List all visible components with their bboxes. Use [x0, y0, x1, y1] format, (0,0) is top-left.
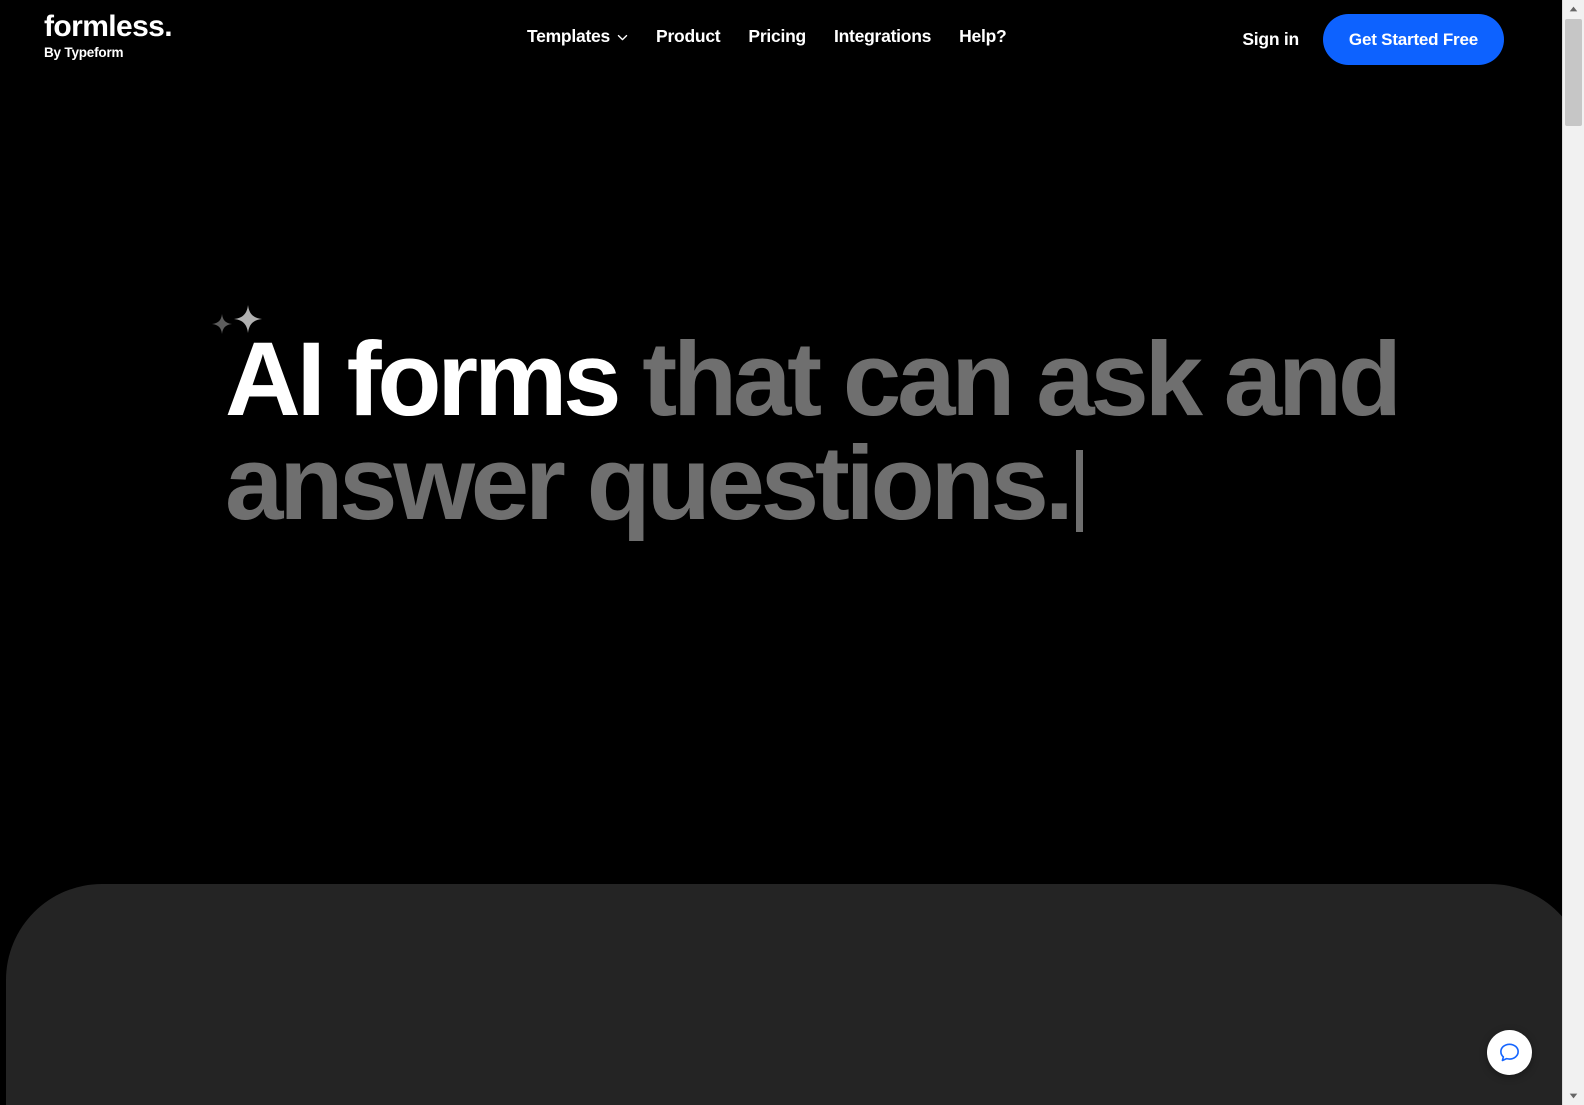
- chat-launcher-button[interactable]: [1487, 1030, 1532, 1075]
- nav-item-templates[interactable]: Templates: [527, 26, 628, 47]
- brand-name: formless.: [44, 10, 173, 43]
- get-started-free-button[interactable]: Get Started Free: [1322, 14, 1504, 65]
- nav-item-product[interactable]: Product: [656, 26, 721, 47]
- nav-item-label: Templates: [527, 26, 611, 46]
- scrollbar-down-button[interactable]: [1563, 1087, 1584, 1105]
- scrollbar-thumb[interactable]: [1565, 19, 1582, 126]
- brand-logo[interactable]: formless. By Typeform: [44, 10, 173, 60]
- caret-up-icon: [1569, 6, 1578, 12]
- typing-caret: [1075, 449, 1083, 532]
- brand-subtitle: By Typeform: [44, 44, 124, 60]
- nav-item-integrations[interactable]: Integrations: [834, 26, 931, 47]
- hero-section: AI forms that can ask and answer questio…: [0, 0, 1562, 880]
- scrollbar-up-button[interactable]: [1563, 0, 1584, 18]
- page-viewport: formless. By Typeform Templates Product: [0, 0, 1562, 1105]
- nav-item-label: Product: [656, 26, 721, 46]
- chat-bubble-icon: [1498, 1041, 1521, 1064]
- chevron-down-icon: [617, 32, 628, 43]
- hero-media-panel: [6, 884, 1562, 1105]
- site-header: formless. By Typeform Templates Product: [0, 0, 1562, 80]
- nav-item-label: Pricing: [748, 26, 806, 46]
- nav-item-label: Integrations: [833, 26, 932, 46]
- hero-headline: AI forms that can ask and answer questio…: [225, 327, 1405, 536]
- main-navigation: Templates Product Pricing Integrations H…: [527, 26, 1007, 47]
- nav-item-help[interactable]: Help?: [959, 26, 1007, 47]
- browser-page: formless. By Typeform Templates Product: [0, 0, 1584, 1105]
- nav-item-pricing[interactable]: Pricing: [748, 26, 806, 47]
- nav-item-label: Help?: [959, 26, 1007, 46]
- header-actions: Sign in Get Started Free: [1240, 14, 1504, 65]
- sign-in-link[interactable]: Sign in: [1240, 25, 1301, 54]
- vertical-scrollbar[interactable]: [1562, 0, 1584, 1105]
- caret-down-icon: [1569, 1093, 1578, 1099]
- hero-headline-bright: AI forms: [225, 321, 622, 438]
